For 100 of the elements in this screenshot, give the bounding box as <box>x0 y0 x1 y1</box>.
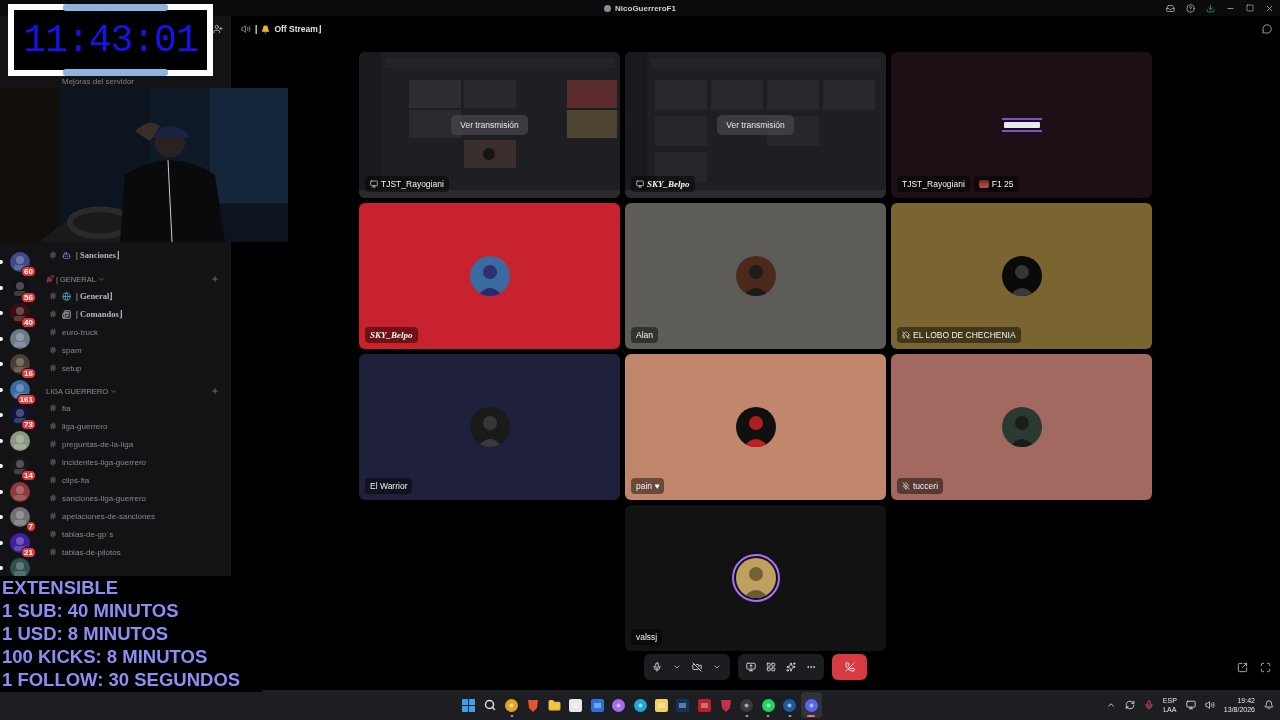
caret-icon <box>713 663 721 671</box>
activity-name: F1 25 <box>991 179 1014 189</box>
channel-name[interactable]: apelaciones-de-sanciones <box>62 511 155 521</box>
add-channel-icon[interactable] <box>211 387 219 395</box>
bell-icon <box>261 24 271 34</box>
share-screen-icon <box>746 662 756 672</box>
hash-icon <box>49 310 57 318</box>
watch-stream-button[interactable]: Ver transmisión <box>717 115 794 135</box>
participant-name: TJST_Rayogiani <box>381 179 444 189</box>
participant-name: EL LOBO DE CHECHENIA <box>913 330 1016 340</box>
promo-line: 100 KICKS: 8 MINUTOS <box>1 645 209 668</box>
channel-name[interactable]: fia <box>62 403 71 413</box>
channel-name[interactable]: euro-truck <box>62 327 98 337</box>
channel-name[interactable]: clips-fia <box>62 475 90 485</box>
mention-badge: 56 <box>21 291 36 303</box>
hash-icon <box>49 364 57 372</box>
robot-icon <box>62 250 71 260</box>
mention-badge: 40 <box>21 317 36 328</box>
hash-icon <box>49 530 57 538</box>
hash-icon <box>49 422 57 430</box>
window-title: NicoGuerreroF1 <box>615 3 676 13</box>
caret-icon <box>110 387 118 395</box>
microphone-icon <box>652 662 662 672</box>
sparkles-icon <box>786 662 796 672</box>
hash-icon <box>49 494 57 502</box>
hash-icon <box>49 346 57 354</box>
caret-icon <box>97 275 105 283</box>
inbox-icon[interactable] <box>1166 3 1175 13</box>
close-icon[interactable] <box>1265 3 1274 13</box>
timer-text: 11:43:01 <box>23 18 198 62</box>
caret-icon <box>673 663 681 671</box>
hash-icon <box>49 548 57 556</box>
participant-tile[interactable]: SKY_Belpo <box>359 203 620 349</box>
hash-icon <box>49 404 57 412</box>
microphone-icon[interactable] <box>1143 700 1154 710</box>
participant-name: El Warrior <box>370 481 408 491</box>
chat-icon[interactable] <box>1262 24 1272 34</box>
promo-line: 1 FOLLOW: 30 SEGUNDOS <box>1 668 242 691</box>
hash-icon <box>49 476 57 484</box>
hash-icon <box>49 251 57 259</box>
channel-name[interactable]: | General⌋ <box>76 291 114 301</box>
volume-icon[interactable] <box>1204 700 1215 710</box>
participant-name: SKY_Belpo <box>370 330 413 340</box>
network-icon[interactable] <box>1185 700 1196 710</box>
participant-name: SKY_Belpo <box>647 179 690 189</box>
rocket-icon <box>46 275 54 283</box>
channel-name[interactable]: spam <box>62 345 82 355</box>
app-icon <box>604 4 612 12</box>
phone-icon <box>844 662 855 672</box>
channel-prefix: | <box>255 24 258 34</box>
participant-tile[interactable]: EL LOBO DE CHECHENIA <box>891 203 1152 349</box>
promo-line: 1 SUB: 40 MINUTOS <box>1 599 180 622</box>
pop-out-icon[interactable] <box>1237 661 1248 673</box>
notification-icon[interactable] <box>1264 700 1274 710</box>
hash-icon <box>49 512 57 520</box>
download-icon[interactable] <box>1206 3 1215 13</box>
game-icon <box>978 180 989 188</box>
participant-tile[interactable]: valssj <box>625 505 886 651</box>
hash-icon <box>49 440 57 448</box>
add-channel-icon[interactable] <box>211 275 219 283</box>
watch-stream-button[interactable]: Ver transmisión <box>451 115 528 135</box>
add-member-icon[interactable] <box>213 24 223 34</box>
participant-name: pain ♥ <box>636 481 660 491</box>
chevron-up-icon[interactable] <box>1105 700 1116 710</box>
participant-name: valssj <box>636 632 658 642</box>
fullscreen-icon[interactable] <box>1260 661 1271 673</box>
channel-title: Off Stream⌋ <box>274 24 322 34</box>
help-icon[interactable] <box>1186 3 1195 13</box>
channel-name[interactable]: preguntas-de-la-liga <box>62 439 134 449</box>
speaker-icon <box>241 24 251 34</box>
mention-badge: 73 <box>21 419 36 430</box>
sync-icon[interactable] <box>1124 700 1135 710</box>
channel-name[interactable]: incidentes-liga-guerrero <box>62 457 147 467</box>
menu-item[interactable]: Mejoras del servidor <box>46 77 223 87</box>
globe-icon <box>62 291 71 301</box>
mention-badge: 21 <box>21 546 36 558</box>
mention-badge: 60 <box>21 266 36 277</box>
newspaper-icon <box>62 309 71 319</box>
promo-line: EXTENSIBLE <box>1 576 120 599</box>
hash-icon <box>49 328 57 336</box>
mention-badge: 161 <box>16 393 36 405</box>
channel-name[interactable]: setup <box>62 363 82 373</box>
grid-icon <box>766 662 776 672</box>
participant-tile[interactable]: Alan <box>625 203 886 349</box>
mention-badge: 7 <box>25 521 36 532</box>
participant-tile[interactable]: TJST_Rayogiani F1 25 <box>891 52 1152 198</box>
end-call-button[interactable] <box>832 654 867 680</box>
channel-name[interactable]: liga-guerrero <box>62 421 108 431</box>
channel-name[interactable]: tablas-de-gp´s <box>62 529 114 539</box>
channel-name[interactable]: tablas-de-pilotos <box>62 547 121 557</box>
mention-badge: 16 <box>21 368 36 379</box>
participant-name: tucceri <box>913 481 939 491</box>
channel-name[interactable]: | Sanciones⌋ <box>76 250 120 260</box>
channel-name[interactable]: | Comandos⌋ <box>76 309 123 319</box>
promo-line: 1 USD: 8 MINUTOS <box>1 622 170 645</box>
participant-tile[interactable]: El Warrior <box>359 354 620 500</box>
channel-name[interactable]: sanciones-liga-guerrero <box>62 493 147 503</box>
maximize-icon[interactable] <box>1246 4 1254 12</box>
participant-tile[interactable]: tucceri <box>891 354 1152 500</box>
participant-tile[interactable]: pain ♥ <box>625 354 886 500</box>
